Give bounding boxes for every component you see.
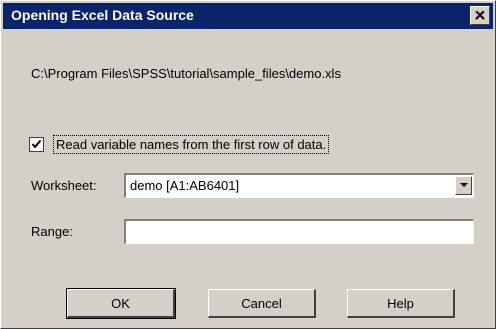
title-bar[interactable]: Opening Excel Data Source [3, 3, 493, 29]
cancel-button[interactable]: Cancel [208, 289, 316, 318]
close-icon [475, 11, 485, 20]
read-names-checkbox[interactable] [29, 137, 44, 152]
close-button[interactable] [470, 6, 490, 25]
chevron-down-icon [459, 183, 468, 187]
worksheet-selected-value: demo [A1:AB6401] [130, 178, 240, 193]
range-label: Range: [31, 224, 73, 239]
checkmark-icon [31, 139, 42, 149]
worksheet-dropdown-button[interactable] [455, 176, 472, 195]
read-names-label[interactable]: Read variable names from the first row o… [53, 135, 330, 154]
ok-button[interactable]: OK [66, 288, 176, 319]
excel-data-source-dialog: Opening Excel Data Source C:\Program Fil… [0, 0, 496, 329]
dialog-title: Opening Excel Data Source [11, 7, 194, 23]
help-button[interactable]: Help [347, 289, 455, 318]
range-input[interactable] [124, 219, 474, 244]
worksheet-select[interactable]: demo [A1:AB6401] [124, 173, 474, 198]
file-path-text: C:\Program Files\SPSS\tutorial\sample_fi… [31, 66, 341, 81]
worksheet-label: Worksheet: [31, 178, 97, 193]
